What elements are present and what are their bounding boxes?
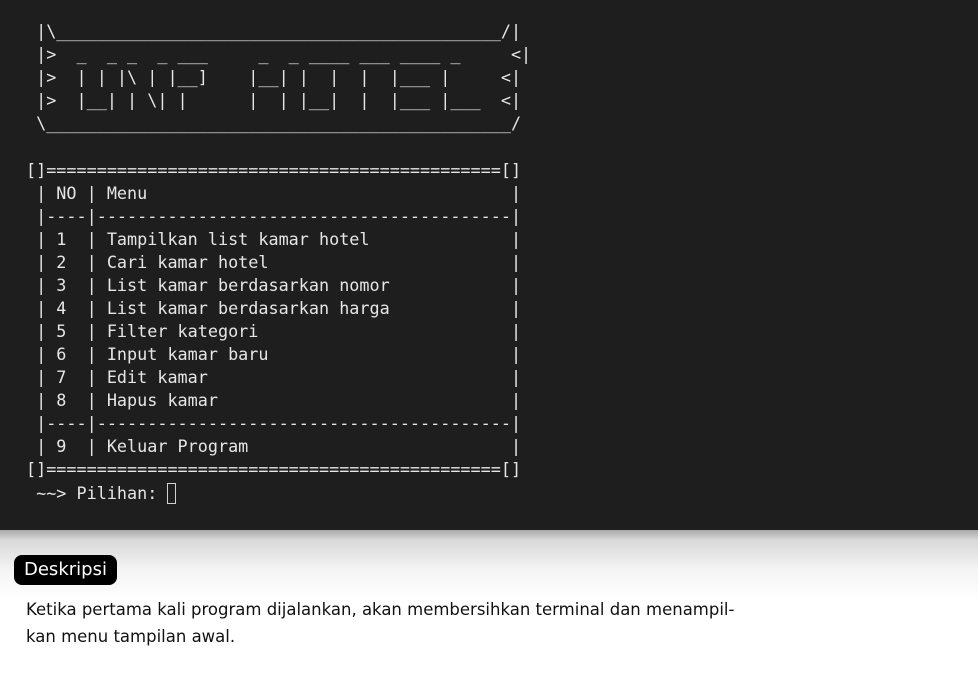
banner-line-1: |> _ _ _ _ ___ _ _ ____ ___ ____ _ <|: [26, 44, 532, 64]
menu-item-2: | 2 | Cari kamar hotel |: [26, 252, 522, 272]
banner-line-bottom: \_______________________________________…: [26, 113, 522, 133]
menu-border-top: []======================================…: [26, 160, 522, 180]
menu-item-5: | 5 | Filter kategori |: [26, 321, 522, 341]
prompt-line[interactable]: ~~> Pilihan:: [26, 482, 177, 505]
menu-item-3: | 3 | List kamar berdasarkan nomor |: [26, 275, 522, 295]
description-text: Ketika pertama kali program dijalankan, …: [26, 600, 735, 646]
terminal-window[interactable]: |\______________________________________…: [0, 0, 978, 530]
banner-line-top: |\______________________________________…: [26, 21, 522, 41]
menu-separator-2: |----|----------------------------------…: [26, 413, 522, 433]
shadow-gradient: [0, 530, 978, 600]
menu-border-bottom: []======================================…: [26, 459, 522, 479]
menu-item-1: | 1 | Tampilkan list kamar hotel |: [26, 229, 522, 249]
menu-item-exit: | 9 | Keluar Program |: [26, 436, 522, 456]
description-label: Deskripsi: [14, 555, 117, 585]
banner-line-2: |> | | |\ | |__] |__| | | | |___ | <|: [26, 67, 522, 87]
menu-header: | NO | Menu |: [26, 183, 522, 203]
menu-item-8: | 8 | Hapus kamar |: [26, 390, 522, 410]
banner-line-3: |> |__| | \| | | | |__| | |___ |___ <|: [26, 90, 522, 110]
text-cursor[interactable]: [167, 483, 177, 504]
menu-item-7: | 7 | Edit kamar |: [26, 367, 522, 387]
menu-item-4: | 4 | List kamar berdasarkan harga |: [26, 298, 522, 318]
menu-item-6: | 6 | Input kamar baru |: [26, 344, 522, 364]
prompt-text: ~~> Pilihan:: [26, 483, 168, 503]
menu-separator: |----|----------------------------------…: [26, 206, 522, 226]
